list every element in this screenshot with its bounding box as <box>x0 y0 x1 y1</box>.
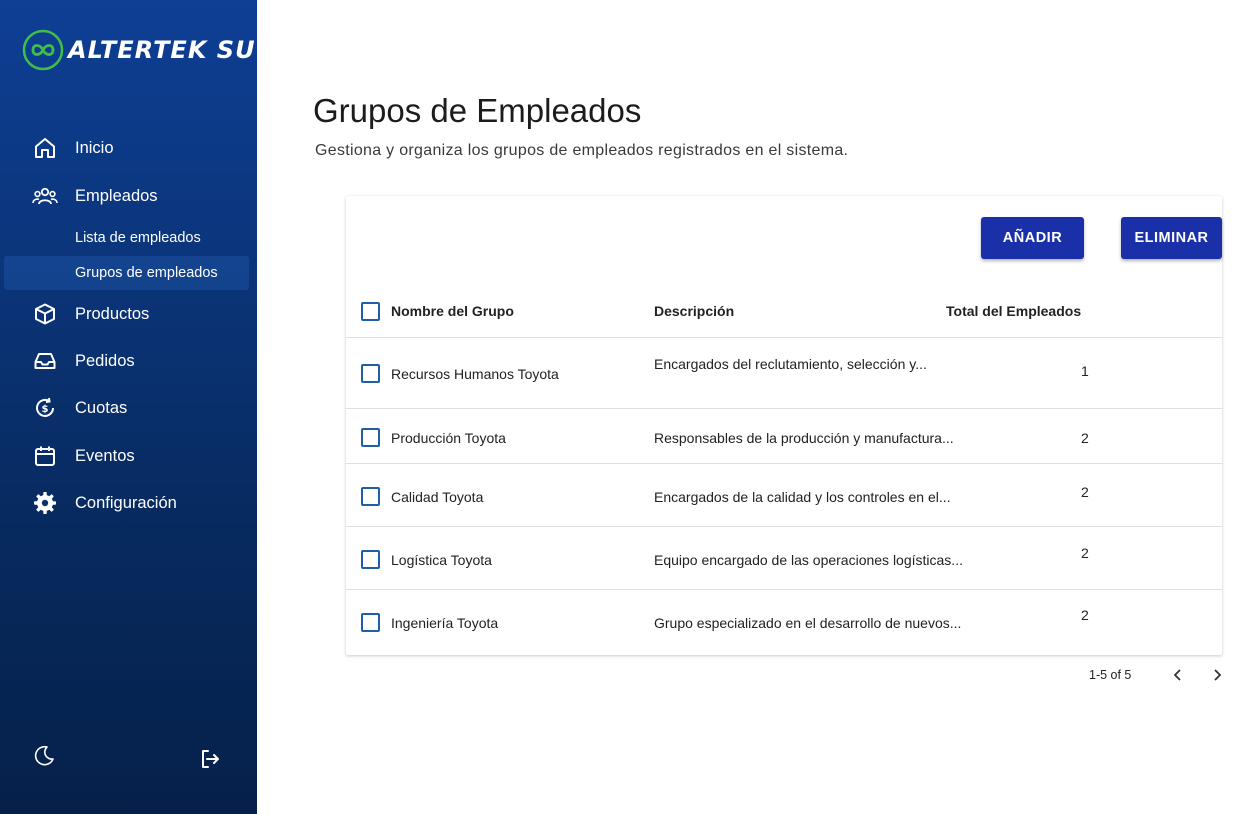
group-description: Encargados de la calidad y los controles… <box>654 489 951 505</box>
svg-text:$: $ <box>42 404 49 415</box>
sidebar-item-label: Eventos <box>75 446 135 465</box>
divider <box>346 526 1222 527</box>
add-button[interactable]: AÑADIR <box>981 217 1084 259</box>
divider <box>346 337 1222 338</box>
group-total: 2 <box>1081 484 1089 500</box>
groups-table-card: AÑADIR ELIMINAR Nombre del Grupo Descrip… <box>346 196 1222 655</box>
row-checkbox[interactable] <box>361 428 380 447</box>
sidebar: ALTERTEK SU Inicio Empleados Lista de em… <box>0 0 257 814</box>
brand-name: ALTERTEK SU <box>68 36 256 64</box>
row-checkbox[interactable] <box>361 613 380 632</box>
sidebar-item-configuracion[interactable]: Configuración <box>0 483 250 523</box>
select-all-checkbox[interactable] <box>361 302 380 321</box>
sidebar-item-cuotas[interactable]: $ Cuotas <box>0 388 250 428</box>
page-title: Grupos de Empleados <box>313 92 642 129</box>
home-icon <box>32 135 58 161</box>
sidebar-item-label: Configuración <box>75 493 177 512</box>
chevron-right-icon[interactable] <box>1206 664 1228 686</box>
box-icon <box>32 301 58 327</box>
sidebar-item-label: Productos <box>75 304 150 323</box>
sidebar-item-empleados[interactable]: Empleados <box>0 176 250 216</box>
sidebar-item-eventos[interactable]: Eventos <box>0 436 250 476</box>
sidebar-item-inicio[interactable]: Inicio <box>0 128 250 168</box>
infinity-logo-icon <box>22 29 64 71</box>
pagination-range: 1-5 of 5 <box>1089 668 1132 682</box>
sidebar-item-label: Cuotas <box>75 398 128 417</box>
page-subtitle: Gestiona y organiza los grupos de emplea… <box>315 142 849 159</box>
group-total: 2 <box>1081 607 1089 623</box>
moon-icon[interactable] <box>30 742 58 770</box>
column-header-total: Total del Empleados <box>946 303 1082 319</box>
sidebar-item-pedidos[interactable]: Pedidos <box>0 341 250 381</box>
group-name: Recursos Humanos Toyota <box>391 366 559 382</box>
sidebar-subitem-label: Lista de empleados <box>75 230 201 246</box>
logout-icon[interactable] <box>196 745 224 773</box>
sidebar-subitem-lista-empleados[interactable]: Lista de empleados <box>4 221 249 255</box>
sidebar-item-label: Inicio <box>75 138 114 157</box>
group-description: Equipo encargado de las operaciones logí… <box>654 552 963 568</box>
gear-icon <box>32 490 58 516</box>
column-header-name: Nombre del Grupo <box>391 303 514 319</box>
group-description: Encargados del reclutamiento, selección … <box>654 356 927 372</box>
group-name: Calidad Toyota <box>391 489 484 505</box>
group-description: Responsables de la producción y manufact… <box>654 430 954 446</box>
row-checkbox[interactable] <box>361 364 380 383</box>
delete-button[interactable]: ELIMINAR <box>1121 217 1222 259</box>
sidebar-subitem-grupos-empleados[interactable]: Grupos de empleados <box>4 256 249 290</box>
row-checkbox[interactable] <box>361 550 380 569</box>
dollar-refresh-icon: $ <box>32 395 58 421</box>
brand-logo[interactable]: ALTERTEK SU <box>22 28 256 72</box>
users-icon <box>32 183 58 209</box>
group-name: Logística Toyota <box>391 552 492 568</box>
group-description: Grupo especializado en el desarrollo de … <box>654 615 962 631</box>
sidebar-item-productos[interactable]: Productos <box>0 294 250 334</box>
divider <box>346 463 1222 464</box>
group-name: Producción Toyota <box>391 430 506 446</box>
group-total: 1 <box>1081 363 1089 379</box>
inbox-icon <box>32 348 58 374</box>
group-total: 2 <box>1081 545 1089 561</box>
group-name: Ingeniería Toyota <box>391 615 499 631</box>
column-header-description: Descripción <box>654 303 735 319</box>
group-total: 2 <box>1081 430 1089 446</box>
chevron-left-icon[interactable] <box>1167 664 1189 686</box>
sidebar-subitem-label: Grupos de empleados <box>75 265 218 281</box>
sidebar-item-label: Empleados <box>75 186 158 205</box>
divider <box>346 589 1222 590</box>
divider <box>346 408 1222 409</box>
sidebar-item-label: Pedidos <box>75 351 135 370</box>
main-content: Grupos de Empleados Gestiona y organiza … <box>257 0 1250 814</box>
calendar-icon <box>32 443 58 469</box>
row-checkbox[interactable] <box>361 487 380 506</box>
